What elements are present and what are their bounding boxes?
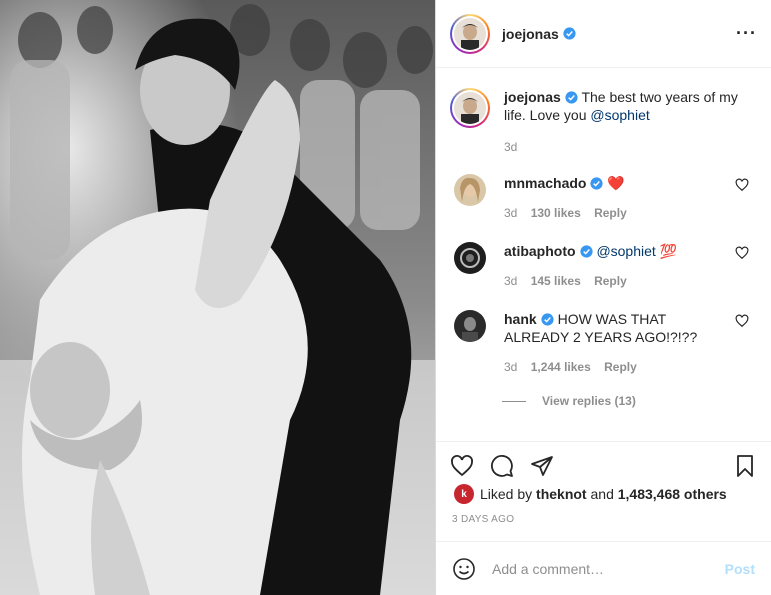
- comment-meta: 3d 1,244 likes Reply: [504, 358, 714, 376]
- comment-item: atibaphoto @sophiet 💯 3d 145 likes Reply: [450, 242, 757, 290]
- avatar[interactable]: [454, 310, 486, 342]
- comment-meta: 3d 130 likes Reply: [504, 204, 714, 222]
- comment-likes[interactable]: 145 likes: [531, 274, 581, 288]
- liked-by: k Liked by theknot and 1,483,468 others: [450, 484, 757, 504]
- caption-avatar-ring[interactable]: [450, 88, 490, 128]
- avatar[interactable]: [454, 174, 486, 206]
- verified-badge-icon: [563, 27, 576, 40]
- post-photo[interactable]: [0, 0, 435, 595]
- verified-badge-icon: [590, 177, 604, 190]
- comment-meta: 3d 145 likes Reply: [504, 272, 714, 290]
- view-replies-button[interactable]: View replies (13): [502, 394, 757, 408]
- like-comment-heart-icon[interactable]: [735, 314, 749, 328]
- comment-username[interactable]: mnmachado: [504, 175, 586, 191]
- caption-username[interactable]: joejonas: [504, 89, 561, 105]
- author-username[interactable]: joejonas: [502, 26, 559, 42]
- liked-others[interactable]: 1,483,468 others: [618, 486, 727, 502]
- action-icons: [450, 442, 757, 490]
- like-comment-heart-icon[interactable]: [735, 246, 749, 260]
- caption-mention[interactable]: @sophiet: [590, 107, 649, 123]
- comment-text: ❤️: [607, 175, 625, 191]
- author-avatar-ring[interactable]: [450, 13, 490, 54]
- comments-list[interactable]: joejonas The best two years of my life. …: [436, 69, 771, 441]
- heart-icon[interactable]: [450, 454, 474, 478]
- post-comment-button[interactable]: Post: [725, 561, 755, 577]
- comment-username[interactable]: atibaphoto: [504, 243, 576, 259]
- reply-button[interactable]: Reply: [604, 360, 637, 374]
- liked-user[interactable]: theknot: [536, 486, 587, 502]
- divider: [502, 400, 526, 402]
- theknot-avatar-icon[interactable]: k: [454, 484, 474, 504]
- comment-icon[interactable]: [490, 454, 514, 478]
- post-header: joejonas ···: [436, 0, 771, 68]
- verified-badge-icon: [541, 313, 554, 326]
- post-actions: k Liked by theknot and 1,483,468 others …: [436, 441, 771, 541]
- view-replies-label: View replies (13): [542, 394, 636, 408]
- comment-time: 3d: [504, 206, 518, 220]
- more-options-icon[interactable]: ···: [736, 23, 757, 44]
- post-timestamp[interactable]: 3 DAYS AGO: [452, 514, 757, 525]
- comment-item: hank HOW WAS THAT ALREADY 2 YEARS AGO!?!…: [450, 310, 757, 376]
- avatar: [454, 17, 486, 50]
- comment-item: mnmachado ❤️ 3d 130 likes Reply: [450, 174, 757, 222]
- caption-time: 3d: [504, 140, 518, 154]
- liked-and: and: [590, 486, 614, 502]
- verified-badge-icon: [565, 91, 578, 104]
- comment-username[interactable]: hank: [504, 311, 537, 327]
- reply-button[interactable]: Reply: [594, 274, 627, 288]
- post-caption: joejonas The best two years of my life. …: [450, 69, 757, 128]
- comment-likes[interactable]: 1,244 likes: [531, 360, 591, 374]
- verified-badge-icon: [579, 245, 593, 258]
- liked-prefix: Liked by: [480, 486, 533, 502]
- emoji-icon[interactable]: [452, 557, 476, 581]
- post-details-panel: joejonas ··· joejonas The best two years…: [435, 0, 771, 595]
- comment-likes[interactable]: 130 likes: [531, 206, 581, 220]
- comment-time: 3d: [504, 274, 518, 288]
- avatar: [454, 92, 486, 124]
- like-comment-heart-icon[interactable]: [735, 178, 749, 192]
- bookmark-icon[interactable]: [733, 454, 757, 478]
- add-comment-bar: Post: [436, 541, 771, 595]
- comment-time: 3d: [504, 360, 518, 374]
- avatar[interactable]: [454, 242, 486, 274]
- share-icon[interactable]: [530, 454, 554, 478]
- reply-button[interactable]: Reply: [594, 206, 627, 220]
- add-comment-input[interactable]: [492, 560, 725, 577]
- comment-text: @sophiet 💯: [596, 243, 678, 259]
